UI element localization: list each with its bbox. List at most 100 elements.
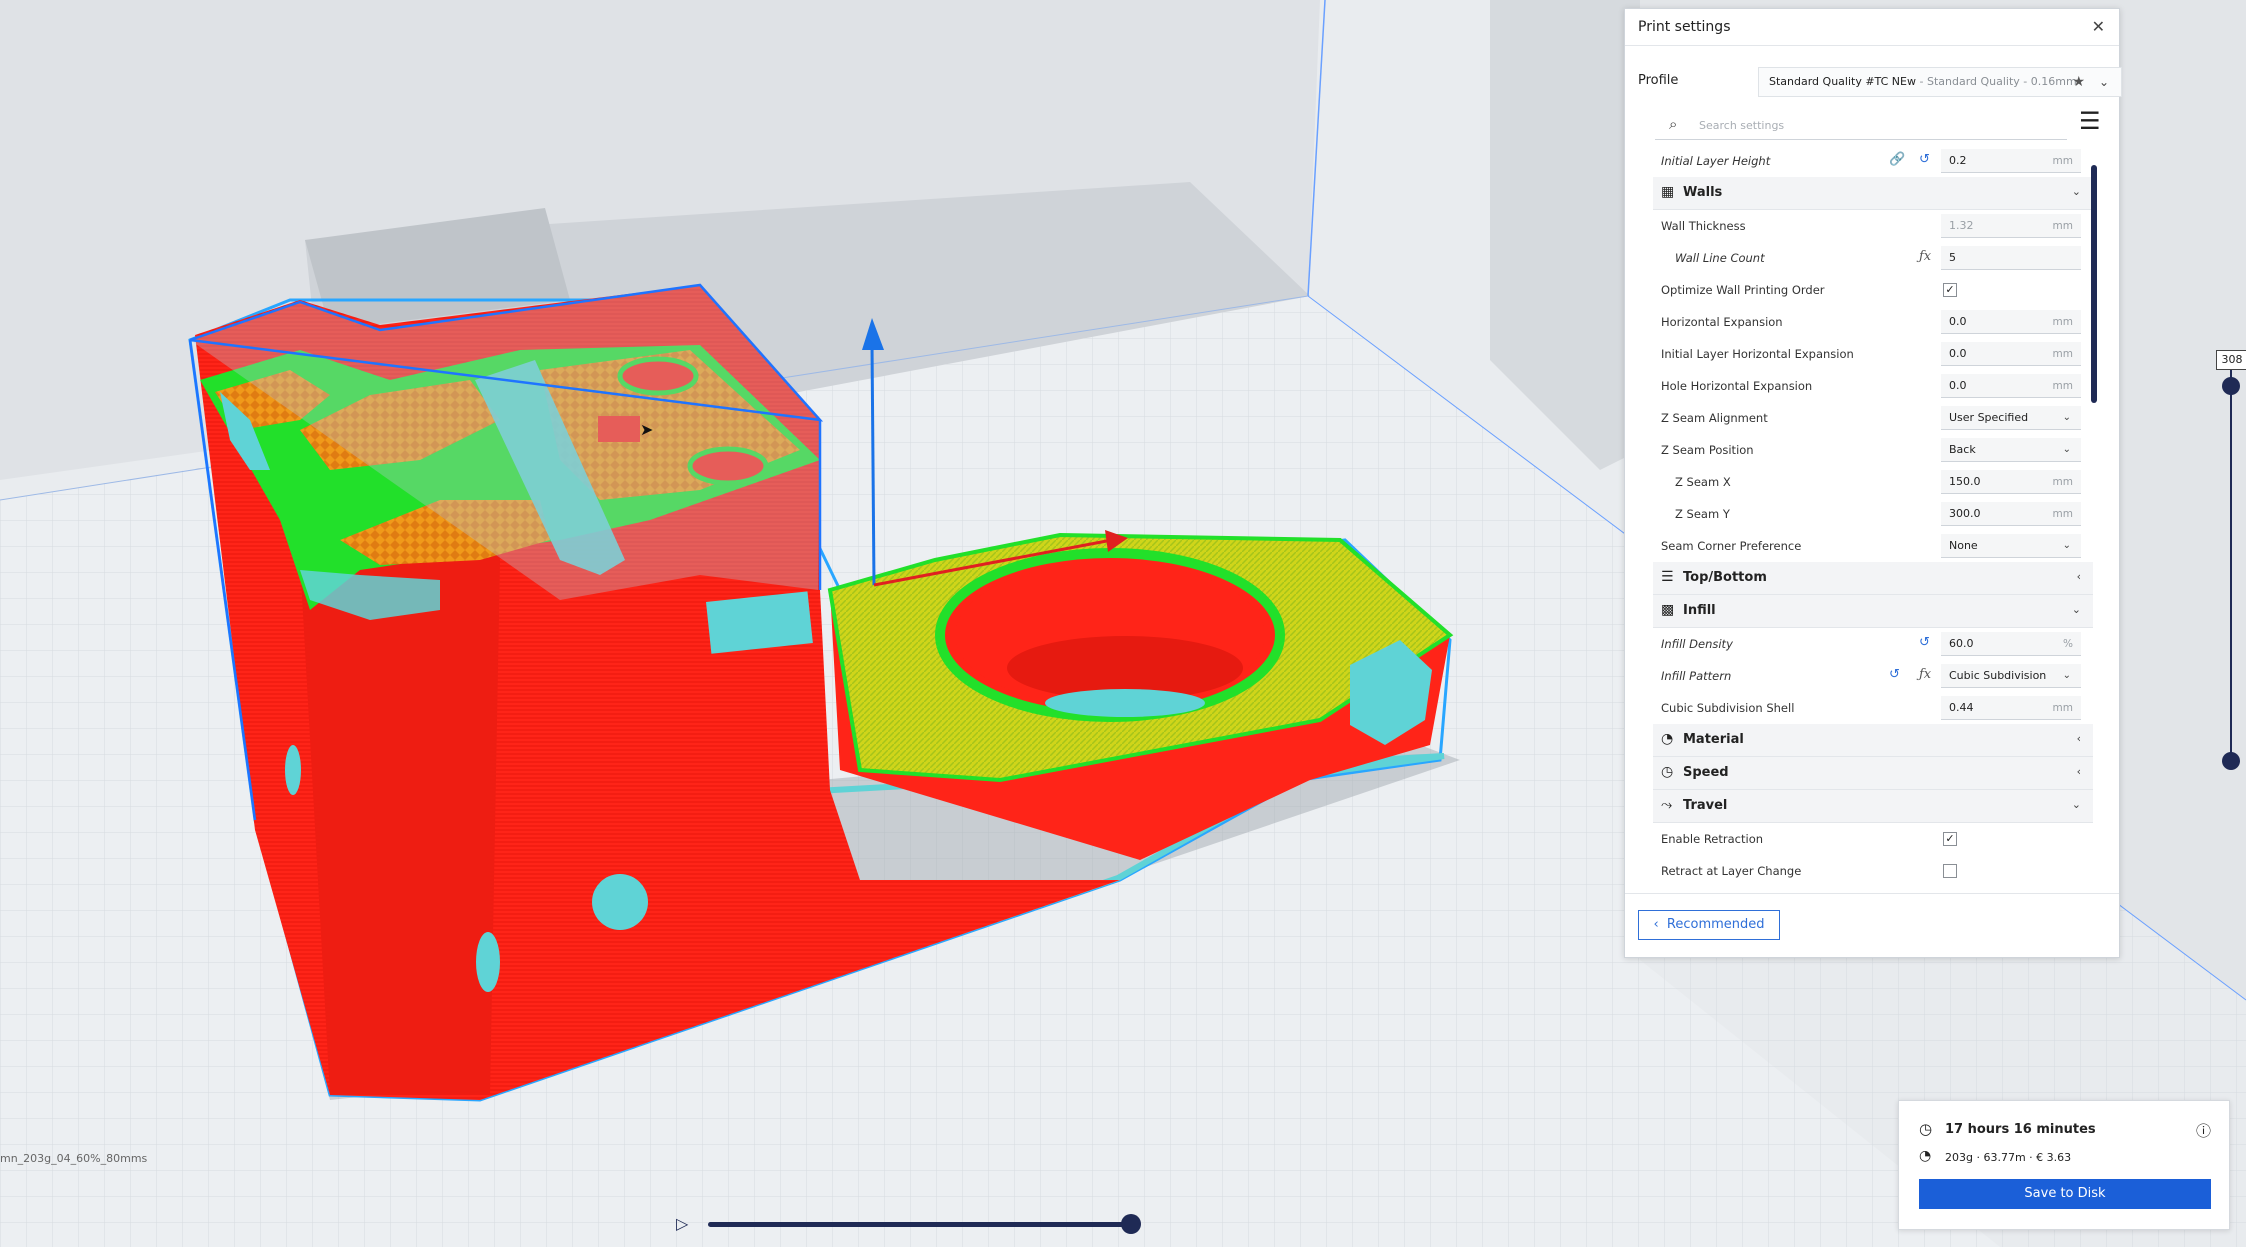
chevron-down-icon: ⌄ (2062, 412, 2071, 423)
chevron-down-icon: ⌄ (2062, 670, 2071, 681)
layer-slider-bottom-handle[interactable] (2222, 752, 2240, 770)
setting-label: Optimize Wall Printing Order (1661, 283, 1825, 297)
setting-label: Seam Corner Preference (1661, 539, 1802, 553)
profile-sub: - Standard Quality - 0.16mm (1916, 75, 2077, 88)
setting-label: Wall Line Count (1675, 251, 1765, 265)
layer-slider-track[interactable] (2230, 370, 2232, 765)
chevron-down-icon: ⌄ (2062, 444, 2071, 455)
horizontal-expansion-field[interactable]: 0.0 mm (1941, 310, 2081, 334)
optimize-wall-checkbox[interactable]: ✓ (1943, 283, 1957, 297)
category-label: Infill (1683, 603, 1716, 618)
category-label: Walls (1683, 185, 1723, 200)
retract-at-layer-change-checkbox[interactable] (1943, 864, 1957, 878)
setting-initial-layer-height: Initial Layer Height 🔗 ↺ 0.2 mm (1653, 145, 2093, 177)
initial-layer-height-field[interactable]: 0.2 mm (1941, 149, 2081, 173)
close-icon[interactable]: ✕ (2092, 17, 2105, 36)
search-input[interactable] (1697, 113, 2061, 137)
category-speed[interactable]: ◷ Speed ‹ (1653, 757, 2093, 790)
layer-slider-top-handle[interactable] (2222, 377, 2240, 395)
setting-enable-retraction: Enable Retraction ✓ (1653, 823, 2093, 855)
play-icon[interactable]: ▷ (676, 1214, 688, 1233)
function-icon[interactable]: ƒx (1919, 667, 1931, 682)
search-row: ⌕ ☰ (1655, 107, 2101, 141)
setting-cubic-subdivision-shell: Cubic Subdivision Shell 0.44 mm (1653, 692, 2093, 724)
material-icon: ◔ (1661, 731, 1674, 747)
setting-label: Enable Retraction (1661, 832, 1764, 846)
save-to-disk-button[interactable]: Save to Disk (1919, 1179, 2211, 1209)
mouse-cursor: ➤ (640, 420, 654, 439)
category-label: Speed (1683, 765, 1729, 780)
chevron-down-icon: ⌄ (2071, 185, 2081, 198)
hole-horizontal-expansion-field[interactable]: 0.0 mm (1941, 374, 2081, 398)
setting-z-seam-x: Z Seam X 150.0 mm (1653, 466, 2093, 498)
top-bottom-icon: ☰ (1661, 569, 1674, 585)
z-seam-y-field[interactable]: 300.0 mm (1941, 502, 2081, 526)
setting-infill-density: Infill Density ↺ 60.0% (1653, 628, 2093, 660)
recommended-button[interactable]: ‹ Recommended (1638, 910, 1780, 940)
setting-retract-at-layer-change: Retract at Layer Change (1653, 855, 2093, 887)
reset-icon[interactable]: ↺ (1889, 667, 1900, 682)
setting-label: Wall Thickness (1661, 219, 1746, 233)
star-icon[interactable]: ★ (2072, 68, 2085, 96)
category-label: Material (1683, 732, 1744, 747)
playback-slider-track[interactable] (708, 1222, 1130, 1227)
walls-icon: ▦ (1661, 184, 1675, 200)
setting-optimize-wall-order: Optimize Wall Printing Order ✓ (1653, 274, 2093, 306)
infill-density-field[interactable]: 60.0% (1941, 632, 2081, 656)
reset-icon[interactable]: ↺ (1919, 152, 1930, 167)
category-label: Travel (1683, 798, 1728, 813)
category-travel[interactable]: ⤳ Travel ⌄ (1653, 790, 2093, 823)
settings-scrollbar[interactable] (2091, 165, 2097, 403)
enable-retraction-checkbox[interactable]: ✓ (1943, 832, 1957, 846)
recommended-label: Recommended (1666, 917, 1765, 932)
setting-label: Z Seam X (1675, 475, 1731, 489)
hamburger-menu-icon[interactable]: ☰ (2079, 107, 2101, 135)
setting-label: Z Seam Alignment (1661, 411, 1768, 425)
wall-line-count-field[interactable]: 5 (1941, 246, 2081, 270)
z-seam-position-select[interactable]: Back ⌄ (1941, 438, 2081, 462)
category-material[interactable]: ◔ Material ‹ (1653, 724, 2093, 757)
reset-icon[interactable]: ↺ (1919, 635, 1930, 650)
print-settings-panel: Print settings ✕ Profile Standard Qualit… (1624, 8, 2122, 958)
setting-wall-thickness: Wall Thickness 1.32 mm (1653, 210, 2093, 242)
setting-label: Z Seam Y (1675, 507, 1730, 521)
infill-pattern-select[interactable]: Cubic Subdivision ⌄ (1941, 664, 2081, 688)
category-infill[interactable]: ▩ Infill ⌄ (1653, 595, 2093, 628)
profile-select[interactable]: Standard Quality #TC NEw - Standard Qual… (1758, 67, 2122, 97)
function-icon[interactable]: ƒx (1919, 249, 1931, 264)
search-box: ⌕ (1655, 109, 2067, 140)
search-icon: ⌕ (1669, 115, 1678, 133)
print-time: 17 hours 16 minutes (1945, 1122, 2096, 1137)
wall-thickness-field[interactable]: 1.32 mm (1941, 214, 2081, 238)
chevron-left-icon: ‹ (2076, 570, 2081, 583)
infill-icon: ▩ (1661, 602, 1675, 618)
category-walls[interactable]: ▦ Walls ⌄ (1653, 177, 2093, 210)
setting-label: Retract at Layer Change (1661, 864, 1802, 878)
seam-corner-preference-select[interactable]: None ⌄ (1941, 534, 2081, 558)
setting-label: Infill Pattern (1661, 669, 1732, 683)
speed-icon: ◷ (1661, 764, 1674, 780)
initial-layer-horizontal-expansion-field[interactable]: 0.0 mm (1941, 342, 2081, 366)
cubic-subdivision-shell-field[interactable]: 0.44 mm (1941, 696, 2081, 720)
info-icon[interactable]: ⓘ (2196, 1120, 2211, 1141)
panel-title: Print settings (1638, 19, 1731, 35)
setting-label: Infill Density (1661, 637, 1733, 651)
setting-label: Z Seam Position (1661, 443, 1754, 457)
settings-list[interactable]: Initial Layer Height 🔗 ↺ 0.2 mm ▦ Walls ⌄… (1653, 145, 2093, 901)
z-seam-alignment-select[interactable]: User Specified ⌄ (1941, 406, 2081, 430)
setting-z-seam-alignment: Z Seam Alignment User Specified ⌄ (1653, 402, 2093, 434)
setting-infill-pattern: Infill Pattern ↺ ƒx Cubic Subdivision ⌄ (1653, 660, 2093, 692)
setting-label: Initial Layer Horizontal Expansion (1661, 347, 1854, 361)
profile-name: Standard Quality #TC NEw (1769, 75, 1916, 88)
category-label: Top/Bottom (1683, 570, 1767, 585)
z-seam-x-field[interactable]: 150.0 mm (1941, 470, 2081, 494)
setting-label: Horizontal Expansion (1661, 315, 1783, 329)
material-gauge-icon: ◔ (1919, 1148, 1932, 1164)
playback-slider-handle[interactable] (1121, 1214, 1141, 1234)
travel-icon: ⤳ (1661, 797, 1673, 813)
layer-number-label[interactable]: 308 (2216, 350, 2246, 370)
setting-label: Initial Layer Height (1661, 154, 1771, 168)
link-icon[interactable]: 🔗 (1889, 152, 1905, 167)
category-top-bottom[interactable]: ☰ Top/Bottom ‹ (1653, 562, 2093, 595)
chevron-down-icon: ⌄ (2062, 540, 2071, 551)
